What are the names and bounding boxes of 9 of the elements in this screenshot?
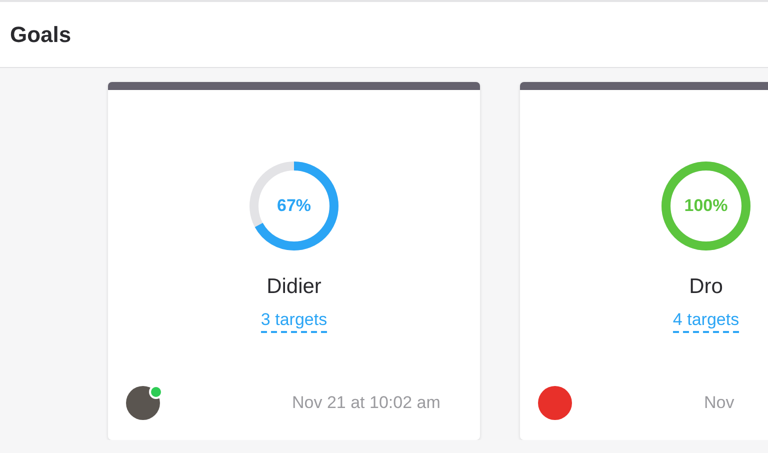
goal-name: Didier: [266, 274, 322, 300]
percent-label: 100%: [684, 195, 728, 218]
goal-card[interactable]: 100% Dro 4 targets Nov: [520, 82, 768, 440]
goal-name: Dro: [689, 274, 723, 300]
page-title: Goals: [10, 21, 72, 49]
goal-card[interactable]: 67% Didier 3 targets Nov 21 at 10:02 am: [108, 82, 480, 440]
updated-time: Nov 21 at 10:02 am: [292, 392, 442, 414]
updated-time: Nov: [704, 392, 736, 414]
percent-label: 67%: [276, 195, 312, 218]
